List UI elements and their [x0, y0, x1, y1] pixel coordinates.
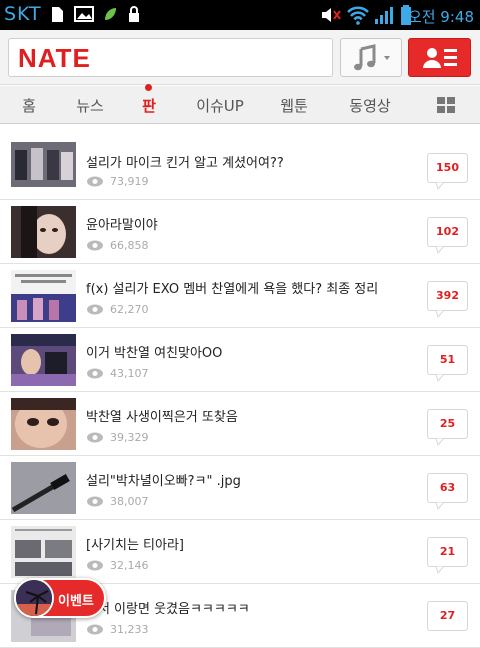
user-menu-button[interactable] — [408, 38, 471, 77]
leaf-icon — [105, 8, 116, 20]
tab-video[interactable]: 동영상 — [342, 95, 398, 116]
eye-icon — [87, 560, 103, 571]
event-button[interactable]: 이벤트 — [14, 578, 106, 618]
list-item[interactable]: 이거 박찬열 여친맞아OO 43,107 51 — [0, 328, 480, 392]
eye-icon — [87, 304, 103, 315]
post-title[interactable]: 이거 박찬열 여친맞아OO — [86, 342, 222, 361]
active-tab-indicator — [145, 84, 152, 91]
tab-news[interactable]: 뉴스 — [70, 95, 110, 116]
carrier-label: SKT — [4, 3, 42, 25]
post-thumbnail — [11, 462, 76, 514]
post-thumbnail — [11, 334, 76, 386]
clock: 오전 9:48 — [407, 8, 474, 26]
tab-webtoon[interactable]: 웹툰 — [274, 95, 314, 116]
grid-icon[interactable] — [436, 96, 456, 114]
post-thumbnail — [11, 398, 76, 450]
list-item[interactable]: 박찬열 사생이찍은거 또찾음 39,329 25 — [0, 392, 480, 456]
tab-issue-up[interactable]: 이슈UP — [190, 95, 250, 116]
comment-count-badge[interactable]: 150 — [427, 153, 468, 183]
palm-tree-icon — [14, 578, 54, 618]
post-thumbnail — [11, 142, 76, 187]
comment-count-badge[interactable]: 21 — [427, 537, 468, 567]
list-item[interactable]: f(x) 설리가 EXO 멤버 찬열에게 욕을 했다? 최종 정리 62,270… — [0, 264, 480, 328]
badge-tail — [436, 246, 444, 254]
badge-tail — [436, 182, 444, 190]
post-title[interactable]: 박찬열 사생이찍은거 또찾음 — [86, 406, 238, 425]
comment-count-badge[interactable]: 102 — [427, 217, 468, 247]
post-title[interactable]: 윤아라말이야 — [86, 214, 158, 233]
tab-home[interactable]: 홈 — [14, 95, 44, 116]
comment-count-badge[interactable]: 27 — [427, 601, 468, 631]
tab-pann[interactable]: 판 — [134, 95, 164, 116]
badge-tail — [436, 374, 444, 382]
badge-tail — [436, 502, 444, 510]
wifi-icon — [347, 6, 369, 25]
list-item[interactable]: 설리가 마이크 킨거 알고 계셨어여?? 73,919 150 — [0, 136, 480, 200]
user-list-icon — [423, 48, 457, 68]
eye-icon — [87, 240, 103, 251]
post-thumbnail — [11, 206, 76, 258]
badge-tail — [436, 566, 444, 574]
nate-logo[interactable]: NATE — [18, 43, 91, 74]
post-title[interactable]: 설리가 마이크 킨거 알고 계셨어여?? — [86, 152, 284, 171]
badge-tail — [436, 310, 444, 318]
post-title[interactable]: 설리"박차녈이오빠?ㅋ" .jpg — [86, 470, 241, 489]
event-button-label: 이벤트 — [58, 594, 94, 609]
post-title[interactable]: [사기치는 티아라] — [86, 534, 184, 553]
eye-icon — [87, 624, 103, 635]
logo-box[interactable]: NATE — [8, 38, 333, 77]
post-title[interactable]: 에서 이랑면 웃겼음ㅋㅋㅋㅋㅋ — [86, 598, 250, 617]
list-item[interactable]: 윤아라말이야 66,858 102 — [0, 200, 480, 264]
list-item[interactable]: 설리"박차녈이오빠?ㅋ" .jpg 38,007 63 — [0, 456, 480, 520]
image-icon — [74, 6, 94, 22]
mute-icon — [322, 8, 341, 22]
post-title[interactable]: f(x) 설리가 EXO 멤버 찬열에게 욕을 했다? 최종 정리 — [86, 278, 378, 297]
app-header: NATE — [0, 30, 480, 85]
comment-count-badge[interactable]: 392 — [427, 281, 468, 311]
eye-icon — [87, 368, 103, 379]
post-thumbnail — [11, 526, 76, 578]
signal-icon — [375, 7, 393, 24]
sd-card-icon — [52, 7, 63, 22]
eye-icon — [87, 496, 103, 507]
music-note-icon — [354, 44, 390, 71]
post-thumbnail — [11, 270, 76, 322]
tab-bar: 홈 뉴스 판 이슈UP 웹툰 동영상 — [0, 86, 480, 124]
music-button[interactable] — [340, 38, 402, 77]
eye-icon — [87, 176, 103, 187]
comment-count-badge[interactable]: 25 — [427, 409, 468, 439]
badge-tail — [436, 438, 444, 446]
lock-icon — [129, 6, 139, 22]
list-item[interactable]: [사기치는 티아라] 32,146 21 — [0, 520, 480, 584]
comment-count-badge[interactable]: 63 — [427, 473, 468, 503]
status-bar: SKT 오전 9:48 — [0, 0, 480, 30]
comment-count-badge[interactable]: 51 — [427, 345, 468, 375]
eye-icon — [87, 432, 103, 443]
